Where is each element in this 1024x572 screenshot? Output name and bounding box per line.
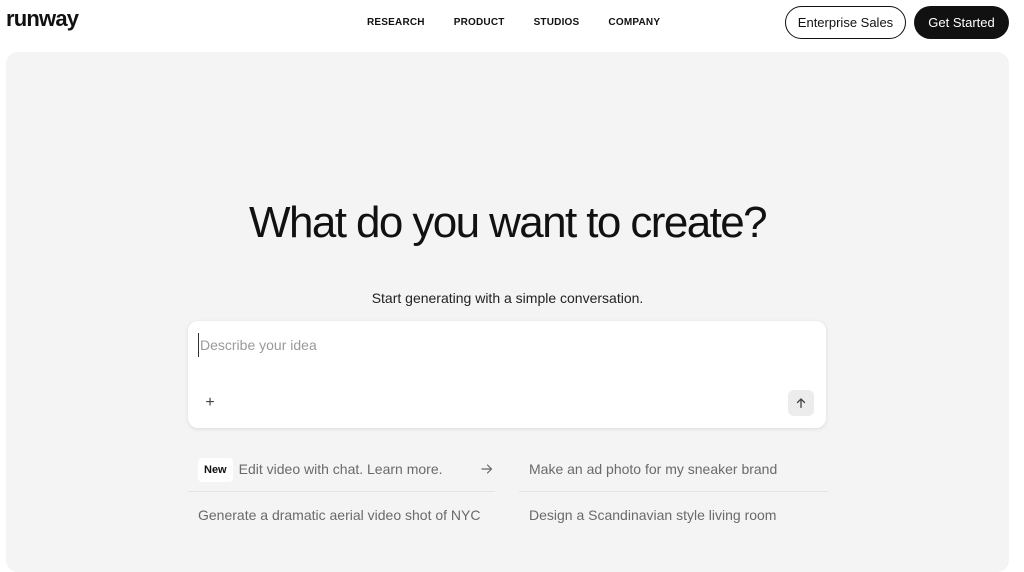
suggestion-featured-text: Edit video with chat. Learn more. [238,461,443,477]
hero-subline: Start generating with a simple conversat… [371,290,644,306]
runway-logo[interactable]: runway [6,6,79,32]
suggestion-divider [519,491,828,492]
hero-section: What do you want to create? Start genera… [6,52,1009,572]
suggestion-aerial-nyc[interactable]: Generate a dramatic aerial video shot of… [198,504,488,526]
plus-icon[interactable]: + [202,395,218,411]
suggestion-ad-photo[interactable]: Make an ad photo for my sneaker brand [529,458,836,480]
arrow-right-icon [481,464,493,474]
hero-headline: What do you want to create? [249,198,768,247]
arrow-up-icon [796,398,806,409]
prompt-box: + [188,321,826,428]
nav-studios[interactable]: STUDIOS [534,17,580,28]
suggestion-featured[interactable]: New Edit video with chat. Learn more. [198,458,505,482]
get-started-button[interactable]: Get Started [914,6,1009,39]
send-button[interactable] [788,390,814,416]
enterprise-sales-button[interactable]: Enterprise Sales [785,6,906,39]
suggestion-living-room[interactable]: Design a Scandinavian style living room [529,504,836,526]
nav-company[interactable]: COMPANY [608,17,660,28]
prompt-input[interactable] [198,333,798,357]
nav-links: RESEARCH PRODUCT STUDIOS COMPANY [367,17,689,28]
new-badge: New [198,458,233,482]
suggestion-divider [188,491,495,492]
nav-research[interactable]: RESEARCH [367,17,425,28]
nav-product[interactable]: PRODUCT [454,17,505,28]
top-nav: runway RESEARCH PRODUCT STUDIOS COMPANY … [0,0,1024,48]
